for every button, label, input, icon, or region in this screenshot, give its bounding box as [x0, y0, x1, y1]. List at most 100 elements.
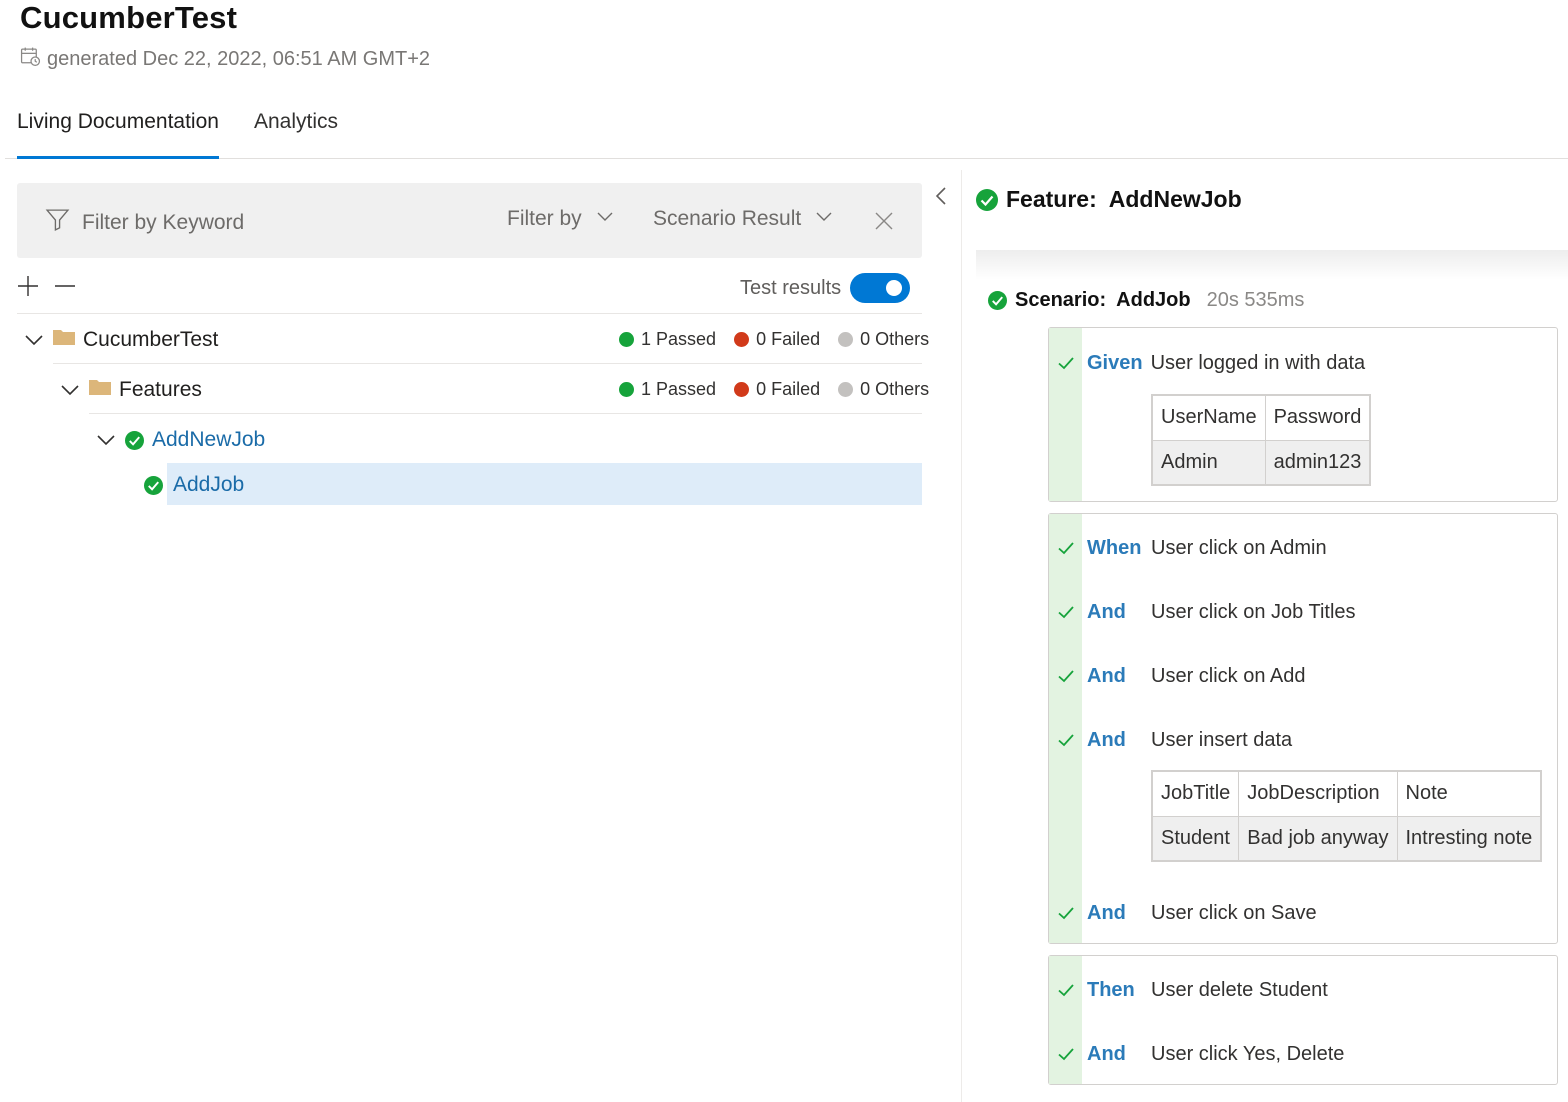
- tab-living-documentation[interactable]: Living Documentation: [17, 110, 219, 159]
- step-keyword: And: [1087, 901, 1126, 924]
- step-row: And User insert data: [1049, 725, 1292, 755]
- check-icon: [1049, 904, 1082, 922]
- keyword-filter-input[interactable]: Filter by Keyword: [45, 207, 244, 238]
- scenario-result-label: Scenario Result: [653, 207, 802, 230]
- given-data-table: UserName Password Admin admin123: [1151, 394, 1372, 486]
- step-text: User click on Save: [1151, 901, 1317, 924]
- test-results-label: Test results: [740, 276, 842, 299]
- chevron-down-icon: [596, 207, 614, 231]
- step-row: Then User delete Student: [1049, 975, 1328, 1005]
- scenario-prefix: Scenario:: [1015, 289, 1107, 311]
- clear-filter-icon[interactable]: [873, 210, 895, 232]
- passed-check-icon: [976, 188, 998, 211]
- expand-all-icon[interactable]: [16, 274, 40, 303]
- chevron-down-icon: [815, 207, 833, 231]
- step-keyword: And: [1087, 664, 1126, 687]
- check-icon: [1049, 603, 1082, 621]
- others-count: 0 Others: [860, 379, 930, 399]
- step-text: User click on Add: [1151, 664, 1306, 687]
- scenario-result-dropdown[interactable]: Scenario Result: [653, 207, 833, 231]
- chevron-left-icon[interactable]: [933, 186, 951, 206]
- check-icon: [1049, 1045, 1082, 1063]
- tree-node-label: CucumberTest: [83, 328, 219, 351]
- passed-check-icon: [125, 430, 144, 450]
- check-icon: [1049, 731, 1082, 749]
- when-step-block: When User click on Admin And User click …: [1048, 513, 1558, 944]
- root-result-counts: 1 Passed 0 Failed 0 Others: [619, 329, 929, 350]
- table-header-cell: UserName: [1151, 394, 1266, 441]
- tree-node-features[interactable]: Features: [60, 365, 202, 415]
- passed-dot-icon: [619, 382, 634, 397]
- failed-dot-icon: [734, 382, 750, 397]
- failed-dot-icon: [734, 332, 750, 347]
- failed-count: 0 Failed: [756, 379, 821, 399]
- step-row: And User click on Job Titles: [1049, 597, 1356, 627]
- step-row: Given User logged in with data: [1049, 348, 1365, 378]
- table-header-cell: JobDescription: [1238, 770, 1398, 817]
- keyword-filter-placeholder: Filter by Keyword: [82, 210, 245, 234]
- table-cell: Student: [1151, 815, 1240, 862]
- feature-name: AddNewJob: [1108, 186, 1242, 212]
- step-text: User click Yes, Delete: [1151, 1042, 1345, 1065]
- step-text: User click on Admin: [1151, 536, 1327, 559]
- tree-node-addnewjob[interactable]: AddNewJob: [96, 415, 265, 465]
- step-keyword: And: [1087, 728, 1126, 751]
- given-step-block: Given User logged in with data UserName …: [1048, 327, 1558, 502]
- chevron-down-icon[interactable]: [96, 430, 116, 450]
- divider: [17, 313, 922, 314]
- generated-timestamp: generated Dec 22, 2022, 06:51 AM GMT+2: [20, 46, 430, 73]
- filter-by-label: Filter by: [507, 207, 582, 230]
- scenario-header: Scenario: AddJob 20s 535ms: [988, 289, 1304, 312]
- divider: [89, 413, 922, 414]
- others-dot-icon: [838, 332, 854, 347]
- test-results-toggle[interactable]: [850, 273, 911, 303]
- table-header-cell: Note: [1396, 770, 1542, 817]
- step-text: User click on Job Titles: [1151, 600, 1356, 623]
- table-cell: Admin: [1151, 439, 1266, 486]
- folder-icon: [53, 328, 75, 352]
- features-result-counts: 1 Passed 0 Failed 0 Others: [619, 379, 929, 400]
- report-title: CucumberTest: [20, 0, 238, 35]
- step-text: User logged in with data: [1150, 351, 1366, 374]
- table-cell: Bad job anyway: [1238, 815, 1398, 862]
- tree-node-label: AddJob: [173, 473, 245, 496]
- tree-node-cucumbertest[interactable]: CucumberTest: [24, 315, 218, 365]
- chevron-down-icon[interactable]: [60, 380, 80, 400]
- step-row: And User click on Save: [1049, 898, 1317, 928]
- check-icon: [1049, 667, 1082, 685]
- step-text: User insert data: [1151, 728, 1293, 751]
- step-keyword: Then: [1087, 978, 1135, 1001]
- feature-prefix: Feature:: [1006, 186, 1097, 212]
- step-text: User delete Student: [1151, 978, 1328, 1001]
- chevron-down-icon[interactable]: [24, 330, 44, 350]
- filter-by-dropdown[interactable]: Filter by: [507, 207, 614, 231]
- tree-node-label: Features: [119, 378, 202, 401]
- step-row: When User click on Admin: [1049, 533, 1327, 563]
- divider: [53, 363, 922, 364]
- selected-row-highlight: [167, 463, 922, 505]
- others-dot-icon: [838, 382, 854, 397]
- step-row: And User click Yes, Delete: [1049, 1039, 1344, 1069]
- passed-check-icon: [144, 475, 163, 495]
- folder-icon: [89, 378, 111, 402]
- others-count: 0 Others: [860, 329, 930, 349]
- header-shadow: [976, 250, 1568, 280]
- scenario-name: AddJob: [1116, 289, 1191, 311]
- table-cell: admin123: [1264, 439, 1371, 486]
- test-results-toggle-group: Test results: [740, 273, 911, 303]
- tree-node-addjob[interactable]: AddJob: [144, 462, 244, 508]
- expand-collapse-controls: [16, 274, 77, 303]
- tab-analytics[interactable]: Analytics: [254, 110, 338, 157]
- passed-count: 1 Passed: [641, 329, 717, 349]
- passed-dot-icon: [619, 332, 634, 347]
- pane-splitter[interactable]: [961, 170, 962, 1102]
- table-header-cell: JobTitle: [1151, 770, 1240, 817]
- calendar-clock-icon: [20, 46, 41, 73]
- table-cell: Intresting note: [1396, 815, 1542, 862]
- collapse-all-icon[interactable]: [53, 274, 77, 303]
- generated-text: generated Dec 22, 2022, 06:51 AM GMT+2: [47, 48, 431, 70]
- feature-header: Feature: AddNewJob: [976, 186, 1242, 213]
- failed-count: 0 Failed: [756, 329, 821, 349]
- filter-bar: Filter by Keyword Filter by Scenario Res…: [17, 183, 922, 258]
- tree-node-label: AddNewJob: [152, 428, 266, 451]
